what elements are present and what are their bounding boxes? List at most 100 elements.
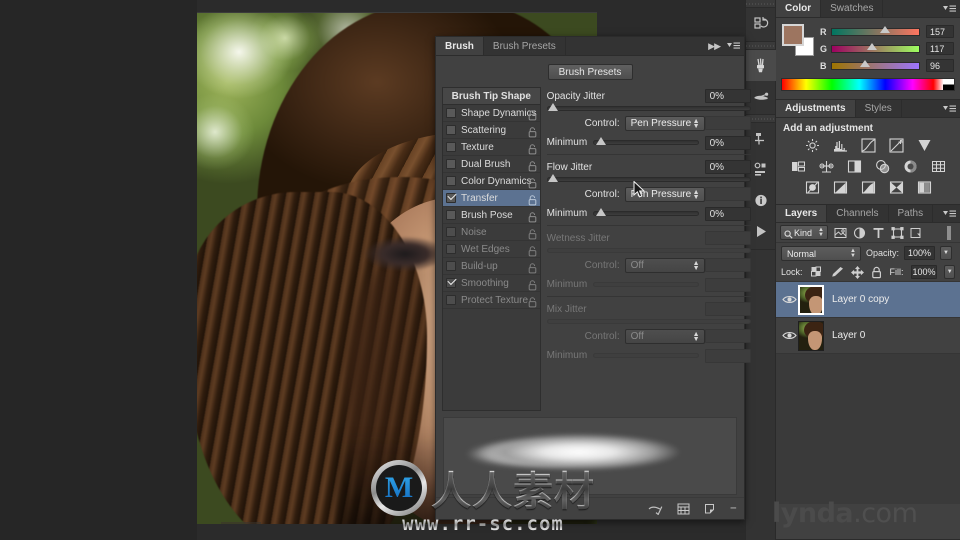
channel-slider-b[interactable] (831, 59, 920, 70)
brush-option-texture[interactable]: Texture (443, 139, 540, 156)
gradient-map-icon[interactable] (916, 180, 933, 195)
checkbox[interactable] (446, 278, 456, 288)
layer-visibility-icon[interactable] (781, 330, 798, 341)
delete-brush-icon[interactable] (704, 503, 717, 515)
opacity-control-select[interactable]: Pen Pressure ▲ ▼ (624, 115, 705, 131)
checkbox[interactable] (446, 295, 456, 305)
channel-mixer-icon[interactable] (902, 159, 919, 174)
blend-mode-row[interactable]: Normal ▲ ▼ Opacity: 100% ▼ (776, 243, 960, 263)
brush-option-transfer[interactable]: Transfer (443, 190, 540, 207)
slider-thumb[interactable] (547, 103, 558, 111)
photo-filter-icon[interactable] (874, 159, 891, 174)
curves-icon[interactable] (860, 138, 877, 153)
checkbox[interactable] (446, 125, 456, 135)
checkbox[interactable] (446, 227, 456, 237)
invert-icon[interactable] (804, 180, 821, 195)
brush-option-build-up[interactable]: Build-up (443, 258, 540, 275)
levels-icon[interactable] (832, 138, 849, 153)
posterize-icon[interactable] (832, 180, 849, 195)
channel-slider-g[interactable] (831, 42, 920, 53)
brush-option-smoothing[interactable]: Smoothing (443, 275, 540, 292)
vibrance-icon[interactable] (916, 138, 933, 153)
brush-option-dual-brush[interactable]: Dual Brush (443, 156, 540, 173)
checkbox[interactable] (446, 244, 456, 254)
brush-tip-shape-header[interactable]: Brush Tip Shape (443, 88, 540, 105)
tab-brush-presets[interactable]: Brush Presets (483, 37, 566, 55)
color-balance-icon[interactable] (818, 159, 835, 174)
panel-menu-icon[interactable] (726, 40, 740, 52)
layer-thumbnail[interactable] (798, 284, 824, 315)
layer-row-1[interactable]: Layer 0 (776, 318, 960, 354)
slider-thumb[interactable] (860, 59, 871, 67)
panel-menu-icon[interactable] (942, 103, 956, 115)
panel-resize-grip[interactable]: ━ (731, 503, 736, 514)
dock-grip[interactable] (746, 42, 775, 50)
opacity-minimum-value[interactable]: 0% (704, 135, 751, 150)
tab-brush[interactable]: Brush (436, 37, 484, 55)
flow-minimum-value[interactable]: 0% (704, 206, 751, 221)
lock-position-icon[interactable] (850, 265, 864, 279)
checkbox[interactable] (446, 193, 456, 203)
channel-value-b[interactable]: 96 (926, 59, 954, 72)
channel-value-g[interactable]: 117 (926, 42, 954, 55)
adjustments-panel-tabs[interactable]: Adjustments Styles (776, 100, 960, 118)
opacity-stepper[interactable]: ▼ (940, 246, 953, 260)
layer-filter-kind-select[interactable]: Kind ▲ ▼ (780, 225, 828, 240)
tab-adjustments[interactable]: Adjustments (776, 100, 856, 117)
layer-name[interactable]: Layer 0 copy (832, 294, 889, 305)
brush-panel-tabs[interactable]: Brush Brush Presets ▶▶ (436, 37, 744, 56)
opacity-minimum-slider[interactable] (593, 137, 699, 145)
brush-option-wet-edges[interactable]: Wet Edges (443, 241, 540, 258)
checkbox[interactable] (446, 261, 456, 271)
tab-color[interactable]: Color (776, 0, 822, 17)
lock-all-icon[interactable] (871, 265, 883, 279)
slider-thumb[interactable] (547, 174, 558, 182)
slider-thumb[interactable] (867, 42, 878, 50)
layers-scroll-handle[interactable] (942, 225, 956, 240)
opacity-value[interactable]: 100% (904, 246, 936, 260)
checkbox[interactable] (446, 210, 456, 220)
flow-jitter-value[interactable]: 0% (704, 160, 751, 174)
layer-visibility-icon[interactable] (781, 294, 798, 305)
brush-option-shape-dynamics[interactable]: Shape Dynamics (443, 105, 540, 122)
adjustments-panel[interactable]: Adjustments Styles Add an adjustment (776, 100, 960, 205)
panel-menu-icon[interactable] (942, 3, 956, 15)
selective-color-icon[interactable] (888, 180, 905, 195)
checkbox[interactable] (446, 159, 456, 169)
layers-list-empty-area[interactable] (776, 354, 960, 504)
tab-swatches[interactable]: Swatches (821, 0, 884, 17)
tab-channels[interactable]: Channels (827, 205, 889, 222)
brush-option-scattering[interactable]: Scattering (443, 122, 540, 139)
brush-options-list[interactable]: Brush Tip Shape Shape Dynamics Scatterin… (442, 87, 541, 411)
tab-layers[interactable]: Layers (776, 205, 828, 222)
slider-thumb[interactable] (596, 137, 607, 145)
checkbox[interactable] (446, 176, 456, 186)
brightness-contrast-icon[interactable] (804, 138, 821, 153)
dock-grip[interactable] (746, 0, 775, 8)
filter-pixel-icon[interactable] (833, 226, 847, 240)
tab-styles[interactable]: Styles (855, 100, 902, 117)
brush-option-color-dynamics[interactable]: Color Dynamics (443, 173, 540, 190)
opacity-jitter-slider[interactable] (546, 103, 751, 111)
flow-minimum-slider[interactable] (593, 208, 699, 216)
toggle-airbrush-icon[interactable] (648, 503, 663, 515)
channel-value-r[interactable]: 157 (926, 25, 954, 38)
opacity-jitter-value[interactable]: 0% (704, 89, 751, 103)
filter-type-icon[interactable] (871, 226, 885, 240)
brush-option-noise[interactable]: Noise (443, 224, 540, 241)
filter-smart-icon[interactable] (909, 226, 923, 240)
black-white-icon[interactable] (846, 159, 863, 174)
hue-saturation-icon[interactable] (790, 159, 807, 174)
history-icon[interactable] (746, 8, 777, 39)
color-swatches[interactable] (782, 24, 814, 56)
slider-thumb[interactable] (880, 25, 891, 33)
new-brush-preset-icon[interactable] (677, 503, 690, 515)
foreground-color-swatch[interactable] (782, 24, 804, 46)
brush-option-brush-pose[interactable]: Brush Pose (443, 207, 540, 224)
layer-name[interactable]: Layer 0 (832, 330, 865, 341)
fill-value[interactable]: 100% (910, 265, 938, 279)
color-lookup-icon[interactable] (930, 159, 947, 174)
channel-slider-r[interactable] (831, 25, 920, 36)
color-panel-tabs[interactable]: Color Swatches (776, 0, 960, 18)
exposure-icon[interactable] (888, 138, 905, 153)
